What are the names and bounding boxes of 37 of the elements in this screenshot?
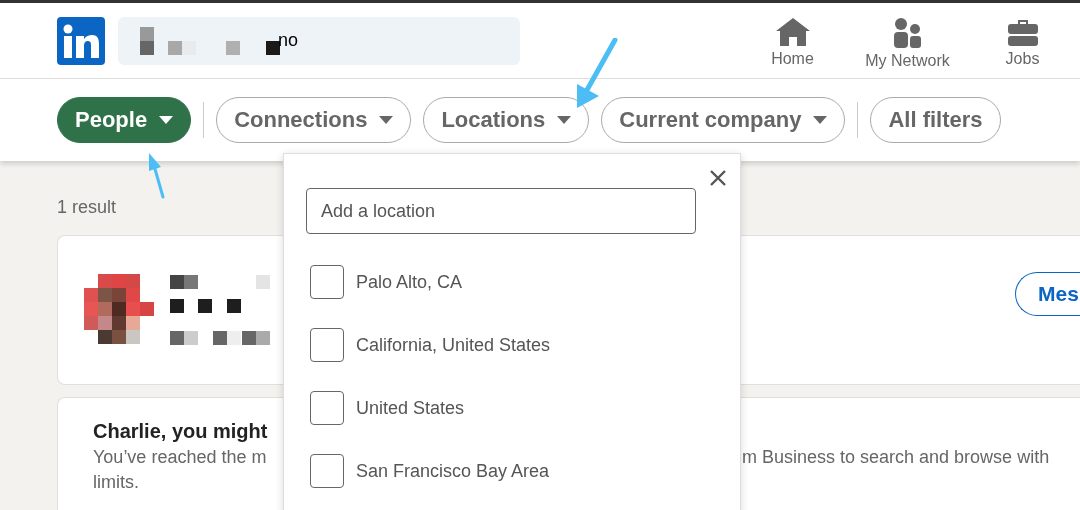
upsell-heading: Charlie, you might <box>93 420 269 443</box>
blurred-avatar-drawing <box>83 274 155 346</box>
option-label: California, United States <box>356 334 551 356</box>
close-button[interactable] <box>708 168 728 188</box>
option-label: Palo Alto, CA <box>356 271 463 293</box>
briefcase-icon <box>1007 17 1038 46</box>
filter-pill[interactable]: Current company <box>601 97 846 143</box>
caret-icon <box>159 116 174 124</box>
message-button[interactable]: Mes <box>1015 272 1080 316</box>
search-value: no <box>278 30 299 51</box>
nav-item[interactable]: My Network <box>850 11 965 70</box>
caret-icon <box>379 116 394 124</box>
logo-icon <box>63 23 99 58</box>
option-label: United States <box>356 397 465 419</box>
filter-pill[interactable]: Locations <box>423 97 590 143</box>
checkbox[interactable] <box>310 391 344 425</box>
search-field[interactable]: no <box>118 16 520 65</box>
caret-icon <box>557 116 572 124</box>
filter-pill[interactable]: Connections <box>216 97 412 143</box>
nav-item[interactable]: Home <box>735 11 850 70</box>
filter-pill[interactable]: People <box>57 97 192 143</box>
upsell-text: You’ve reached the m <box>93 447 268 468</box>
caret-icon <box>813 116 828 124</box>
option-label: San Francisco Bay Area <box>356 460 550 482</box>
filter-pill[interactable]: All filters <box>870 97 1001 143</box>
nav-item[interactable]: Jobs <box>965 11 1080 70</box>
logo[interactable] <box>57 16 105 65</box>
checkbox[interactable] <box>310 328 344 362</box>
location-input[interactable]: Add a location <box>306 188 696 234</box>
people-icon <box>892 17 923 48</box>
close-icon <box>710 170 726 186</box>
upsell-text: limits. <box>93 472 140 493</box>
checkbox[interactable] <box>310 265 344 299</box>
home-icon <box>775 17 810 46</box>
result-count: 1 result <box>57 197 117 219</box>
checkbox[interactable] <box>310 454 344 488</box>
upsell-text: m Business to search and browse with <box>742 447 1051 468</box>
